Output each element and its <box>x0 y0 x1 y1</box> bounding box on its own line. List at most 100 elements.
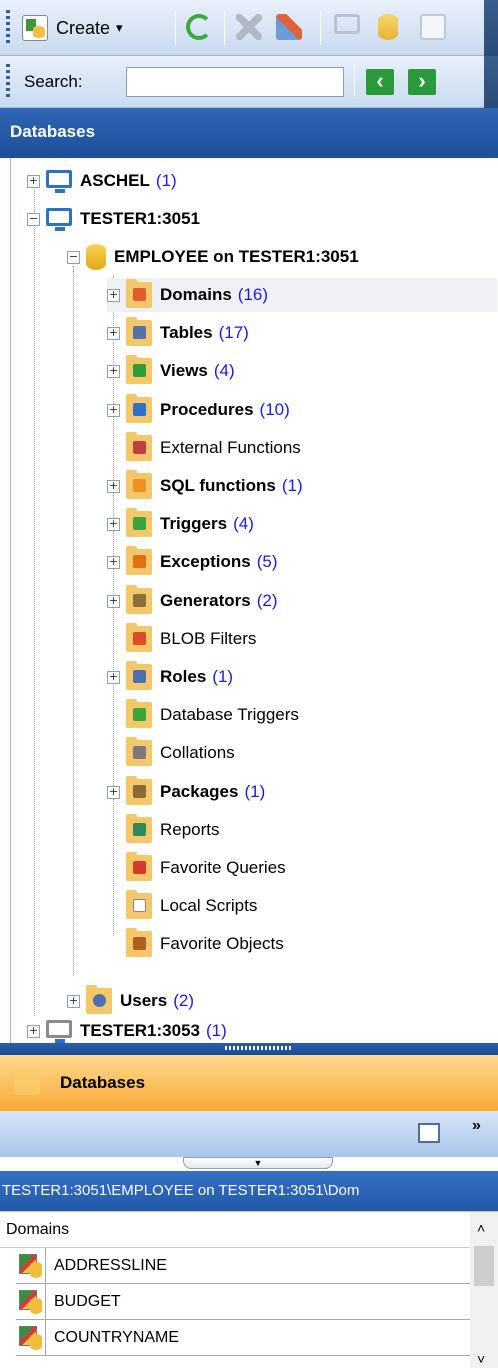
list-item-label: BUDGET <box>54 1292 121 1310</box>
tree-node-blob-filters[interactable]: BLOB Filters <box>107 622 256 656</box>
connect-button[interactable] <box>276 14 302 40</box>
refresh-button[interactable] <box>186 14 212 40</box>
reports-icon <box>126 814 152 843</box>
main-toolbar: Create ▾ <box>0 0 498 56</box>
expand-icon[interactable]: + <box>27 1024 40 1038</box>
toolbar-overflow[interactable] <box>484 56 498 108</box>
tree-node-local-scripts[interactable]: Local Scripts <box>107 889 257 923</box>
object-browser-header: Databases <box>0 1055 498 1111</box>
tree-node-label: Roles <box>160 667 207 686</box>
toolbar-grip[interactable] <box>6 64 10 100</box>
exceptions-icon <box>126 546 152 575</box>
create-icon <box>22 15 48 41</box>
tree-node-count: (5) <box>256 552 278 571</box>
toolbar-overflow[interactable] <box>484 0 498 56</box>
search-next-button[interactable]: › <box>408 69 436 95</box>
connect-icon <box>276 14 302 40</box>
tree-node-generators[interactable]: + Generators (2) <box>107 584 277 618</box>
tree-node-count: (10) <box>259 400 290 419</box>
panel-splitter[interactable] <box>0 1043 498 1055</box>
users-count: (2) <box>173 991 195 1010</box>
properties-button[interactable] <box>420 14 446 40</box>
domain-icon <box>16 1247 46 1284</box>
search-toolbar: Search: ‹ › <box>0 56 498 108</box>
tree-node-label: Favorite Queries <box>160 858 286 877</box>
tree-node-views[interactable]: + Views (4) <box>107 354 235 388</box>
collapse-icon[interactable]: − <box>27 212 40 226</box>
tree-node-packages[interactable]: + Packages (1) <box>107 775 265 809</box>
tree-node-roles[interactable]: + Roles (1) <box>107 660 233 694</box>
tree-node-label: BLOB Filters <box>160 629 257 648</box>
tree-node-procedures[interactable]: + Procedures (10) <box>107 393 290 427</box>
tree-node-domains[interactable]: + Domains (16) <box>107 278 497 312</box>
tree-node-database-triggers[interactable]: Database Triggers <box>107 698 299 732</box>
expand-icon[interactable]: + <box>107 288 120 302</box>
tree-node-database[interactable]: − EMPLOYEE on TESTER1:3051 <box>67 240 359 274</box>
tree-node-label: Database Triggers <box>160 705 299 724</box>
tree-node-exceptions[interactable]: + Exceptions (5) <box>107 545 277 579</box>
domain-icon <box>16 1319 46 1356</box>
expand-icon[interactable]: + <box>107 785 120 799</box>
tree-node-collations[interactable]: Collations <box>107 736 235 770</box>
explorer-title: Databases <box>0 108 498 158</box>
list-item[interactable]: COUNTRYNAME <box>16 1319 470 1356</box>
search-label: Search: <box>24 72 83 91</box>
procedures-icon <box>126 394 152 423</box>
tree-node-server[interactable]: + ASCHEL (1) <box>27 164 177 198</box>
tree-node-favorite-objects[interactable]: Favorite Objects <box>107 927 284 961</box>
tree-node-favorite-queries[interactable]: Favorite Queries <box>107 851 286 885</box>
disconnect-button[interactable] <box>236 14 262 40</box>
create-button[interactable]: Create ▾ <box>22 12 123 44</box>
favorite-objects-icon <box>126 928 152 957</box>
list-item[interactable]: ADDRESSLINE <box>16 1247 470 1284</box>
expand-icon[interactable]: + <box>107 403 120 417</box>
expand-icon[interactable]: + <box>107 555 120 569</box>
expand-icon[interactable]: + <box>107 594 120 608</box>
tree-node-reports[interactable]: Reports <box>107 813 220 847</box>
expand-icon[interactable]: + <box>107 364 120 378</box>
database-triggers-icon <box>126 699 152 728</box>
database-edit-button[interactable] <box>378 14 398 40</box>
scroll-thumb[interactable] <box>474 1246 494 1286</box>
list-item[interactable]: BUDGET <box>16 1283 470 1320</box>
tree-node-server[interactable]: − TESTER1:3051 <box>27 202 200 236</box>
database-tree: + ASCHEL (1) − TESTER1:3051 − EMPLOYEE o… <box>10 158 498 1043</box>
tables-icon <box>126 317 152 346</box>
tree-node-count: (2) <box>256 591 278 610</box>
new-window-icon[interactable] <box>418 1123 440 1143</box>
local-scripts-icon <box>126 890 152 919</box>
triggers-icon <box>126 508 152 537</box>
expand-icon[interactable]: + <box>107 670 120 684</box>
tree-node-sql-functions[interactable]: + SQL functions (1) <box>107 469 303 503</box>
chevron-left-icon: ‹ <box>376 68 384 93</box>
tree-node-external-functions[interactable]: External Functions <box>107 431 301 465</box>
tree-node-users[interactable]: + Users (2) <box>67 984 194 1018</box>
collapse-toggle[interactable]: ▼ <box>183 1157 333 1169</box>
tree-node-count: (1) <box>212 667 234 686</box>
expand-icon[interactable]: + <box>27 174 40 188</box>
column-header[interactable]: Domains <box>0 1212 470 1248</box>
tree-node-label: External Functions <box>160 438 301 457</box>
search-input[interactable] <box>126 67 344 97</box>
vertical-scrollbar[interactable]: ˄ ˅ <box>470 1212 498 1368</box>
tree-node-count: (17) <box>218 323 249 342</box>
tree-node-triggers[interactable]: + Triggers (4) <box>107 507 254 541</box>
expand-icon[interactable]: + <box>107 479 120 493</box>
toolbar-grip[interactable] <box>6 10 10 46</box>
tree-node-tables[interactable]: + Tables (17) <box>107 316 249 350</box>
tree-node-count: (1) <box>281 476 303 495</box>
scroll-up-icon[interactable]: ˄ <box>477 1220 485 1236</box>
list-item-label: ADDRESSLINE <box>54 1256 167 1274</box>
object-browser-title: Databases <box>60 1073 146 1092</box>
expand-icon[interactable]: + <box>67 994 80 1008</box>
generators-icon <box>126 585 152 614</box>
server-button[interactable] <box>334 14 360 34</box>
external-functions-icon <box>126 432 152 461</box>
scroll-down-icon[interactable]: ˅ <box>477 1351 485 1367</box>
server-icon <box>334 14 360 34</box>
collapse-icon[interactable]: − <box>67 250 80 264</box>
expand-icon[interactable]: + <box>107 517 120 531</box>
search-prev-button[interactable]: ‹ <box>366 69 394 95</box>
expand-icon[interactable]: + <box>107 326 120 340</box>
more-icon[interactable]: » <box>472 1117 481 1135</box>
